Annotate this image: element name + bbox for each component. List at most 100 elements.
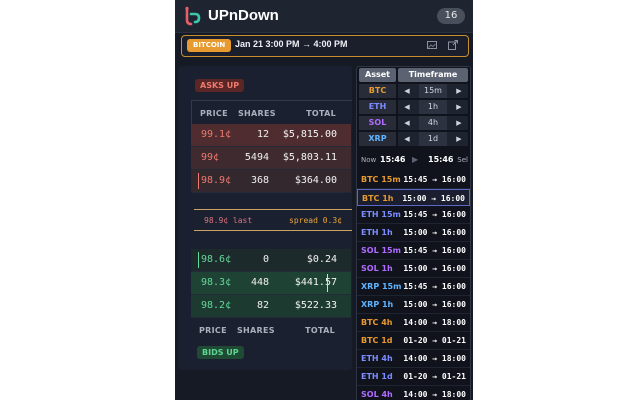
orderbook-panel: ASKS UP PRICE SHARES TOTAL 99.1¢ 12 $5,8… bbox=[178, 66, 352, 370]
market-row-eth-15m[interactable]: ETH 15m 15:45 → 16:00 bbox=[357, 206, 470, 224]
image-icon[interactable] bbox=[427, 40, 437, 50]
asset-option-btc[interactable]: BTC bbox=[359, 84, 396, 98]
arrow-right-icon[interactable]: ▶ bbox=[453, 132, 465, 146]
market-range: 15:00 → 16:00 bbox=[403, 228, 466, 237]
arrow-left-icon[interactable]: ◀ bbox=[401, 132, 413, 146]
market-range: 15:00 → 16:00 bbox=[402, 194, 465, 203]
ask-rows: 99.1¢ 12 $5,815.00 99¢ 5494 $5,803.11 98… bbox=[191, 124, 351, 193]
market-range: 15:45 → 16:00 bbox=[403, 282, 466, 291]
market-name: BTC 1h bbox=[362, 194, 394, 203]
bid-total: $0.24 bbox=[306, 254, 337, 265]
timeframe-value: 1d bbox=[419, 132, 447, 146]
arrow-left-icon[interactable]: ◀ bbox=[401, 84, 413, 98]
timeframe-stepper: ◀ 4h ▶ bbox=[398, 116, 468, 130]
market-row-btc-1d[interactable]: BTC 1d 01-20 → 01-21 bbox=[357, 332, 470, 350]
market-range: 15:45 → 16:00 bbox=[403, 246, 466, 255]
market-row-btc-15m[interactable]: BTC 15m 15:45 → 16:00 bbox=[357, 171, 470, 189]
market-name: BTC 15m bbox=[361, 175, 401, 184]
now-time: 15:46 bbox=[380, 155, 406, 164]
market-row-sol-15m[interactable]: SOL 15m 15:45 → 16:00 bbox=[357, 242, 470, 260]
ask-price: 99¢ bbox=[201, 152, 220, 163]
arrow-right-icon[interactable]: ▶ bbox=[453, 100, 465, 114]
bid-total: $441.57 bbox=[294, 277, 337, 288]
asset-option-sol[interactable]: SOL bbox=[359, 116, 396, 130]
market-name: SOL 15m bbox=[361, 246, 401, 255]
market-range: 14:00 → 18:00 bbox=[403, 318, 466, 327]
ask-total: $364.00 bbox=[294, 175, 337, 186]
spread-bar: 98.9¢ last spread 0.3¢ bbox=[194, 209, 352, 231]
market-selector-panel: Asset Timeframe BTC ◀ 15m ▶ ETH ◀ 1h ▶ S… bbox=[356, 66, 471, 400]
market-name: BTC 1d bbox=[361, 336, 393, 345]
market-time-range: Jan 21 3:00 PM → 4:00 PM bbox=[235, 39, 348, 49]
selector-row: SOL ◀ 4h ▶ bbox=[359, 116, 468, 130]
footer-price: PRICE bbox=[199, 326, 227, 335]
market-row-xrp-1h[interactable]: XRP 1h 15:00 → 16:00 bbox=[357, 296, 470, 314]
upndown-logo-icon bbox=[185, 6, 201, 26]
market-range: 15:45 → 16:00 bbox=[403, 210, 466, 219]
market-range: 15:00 → 16:00 bbox=[403, 264, 466, 273]
footer-shares: SHARES bbox=[237, 326, 275, 335]
bid-shares: 82 bbox=[256, 300, 269, 311]
market-name: SOL 1h bbox=[361, 264, 393, 273]
ask-total: $5,815.00 bbox=[282, 129, 337, 140]
market-row-eth-4h[interactable]: ETH 4h 14:00 → 18:00 bbox=[357, 350, 470, 368]
asset-option-xrp[interactable]: XRP bbox=[359, 132, 396, 146]
header-shares: SHARES bbox=[238, 109, 276, 118]
arrow-left-icon[interactable]: ◀ bbox=[401, 116, 413, 130]
market-row-sol-1h[interactable]: SOL 1h 15:00 → 16:00 bbox=[357, 260, 470, 278]
market-row-eth-1h[interactable]: ETH 1h 15:00 → 16:00 bbox=[357, 224, 470, 242]
sel-label: Sel bbox=[457, 156, 468, 164]
app-header: UPnDown 16 bbox=[175, 0, 473, 33]
bids-up-badge: BIDS UP bbox=[197, 346, 244, 359]
market-row-sol-4h[interactable]: SOL 4h 14:00 → 18:00 bbox=[357, 386, 470, 400]
last-price: 98.9¢ last bbox=[204, 216, 253, 225]
text-cursor bbox=[327, 274, 328, 292]
selected-time: 15:46 bbox=[428, 155, 454, 164]
timeframe-stepper: ◀ 1d ▶ bbox=[398, 132, 468, 146]
best-bid-marker bbox=[198, 252, 199, 268]
market-row-btc-1h[interactable]: BTC 1h 15:00 → 16:00 bbox=[357, 189, 470, 206]
count-badge[interactable]: 16 bbox=[437, 8, 465, 24]
selector-row: BTC ◀ 15m ▶ bbox=[359, 84, 468, 98]
bid-row[interactable]: 98.2¢ 82 $522.33 bbox=[191, 295, 351, 318]
now-label: Now bbox=[361, 156, 377, 164]
bid-shares: 448 bbox=[250, 277, 269, 288]
timeframe-stepper: ◀ 1h ▶ bbox=[398, 100, 468, 114]
orderbook-footer: PRICE SHARES TOTAL bbox=[191, 318, 351, 342]
timeframe-stepper: ◀ 15m ▶ bbox=[398, 84, 468, 98]
header-price: PRICE bbox=[200, 109, 228, 118]
bid-price: 98.2¢ bbox=[201, 300, 232, 311]
header-total: TOTAL bbox=[306, 109, 336, 118]
ask-shares: 5494 bbox=[244, 152, 269, 163]
selector-row: ETH ◀ 1h ▶ bbox=[359, 100, 468, 114]
play-icon[interactable]: ▶ bbox=[412, 155, 418, 164]
bid-row[interactable]: 98.6¢ 0 $0.24 bbox=[191, 249, 351, 272]
market-row-eth-1d[interactable]: ETH 1d 01-20 → 01-21 bbox=[357, 368, 470, 386]
ask-shares: 12 bbox=[256, 129, 269, 140]
arrow-right-icon[interactable]: ▶ bbox=[453, 116, 465, 130]
market-name: ETH 4h bbox=[361, 354, 393, 363]
ask-total: $5,803.11 bbox=[282, 152, 337, 163]
tab-asset[interactable]: Asset bbox=[359, 68, 396, 82]
market-range: 15:45 → 16:00 bbox=[403, 175, 466, 184]
ask-row[interactable]: 98.9¢ 368 $364.00 bbox=[191, 170, 351, 193]
market-row-xrp-15m[interactable]: XRP 15m 15:45 → 16:00 bbox=[357, 278, 470, 296]
orderbook-header: PRICE SHARES TOTAL bbox=[191, 100, 352, 125]
bid-shares: 0 bbox=[262, 254, 269, 265]
ask-price: 99.1¢ bbox=[201, 129, 232, 140]
asset-pill[interactable]: BITCOIN bbox=[187, 39, 232, 52]
external-link-icon[interactable] bbox=[448, 40, 458, 50]
bid-rows: 98.6¢ 0 $0.24 98.3¢ 448 $441.57 98.2¢ 82… bbox=[191, 249, 351, 318]
market-range: 01-20 → 01-21 bbox=[403, 372, 466, 381]
market-name: SOL 4h bbox=[361, 390, 393, 399]
asset-option-eth[interactable]: ETH bbox=[359, 100, 396, 114]
ask-row[interactable]: 99.1¢ 12 $5,815.00 bbox=[191, 124, 351, 147]
arrow-left-icon[interactable]: ◀ bbox=[401, 100, 413, 114]
tab-timeframe[interactable]: Timeframe bbox=[398, 68, 468, 82]
ask-shares: 368 bbox=[250, 175, 269, 186]
arrow-right-icon[interactable]: ▶ bbox=[453, 84, 465, 98]
market-row-btc-4h[interactable]: BTC 4h 14:00 → 18:00 bbox=[357, 314, 470, 332]
now-bar: Now 15:46 ▶ 15:46 Sel bbox=[359, 153, 468, 167]
bid-row[interactable]: 98.3¢ 448 $441.57 bbox=[191, 272, 351, 295]
ask-row[interactable]: 99¢ 5494 $5,803.11 bbox=[191, 147, 351, 170]
